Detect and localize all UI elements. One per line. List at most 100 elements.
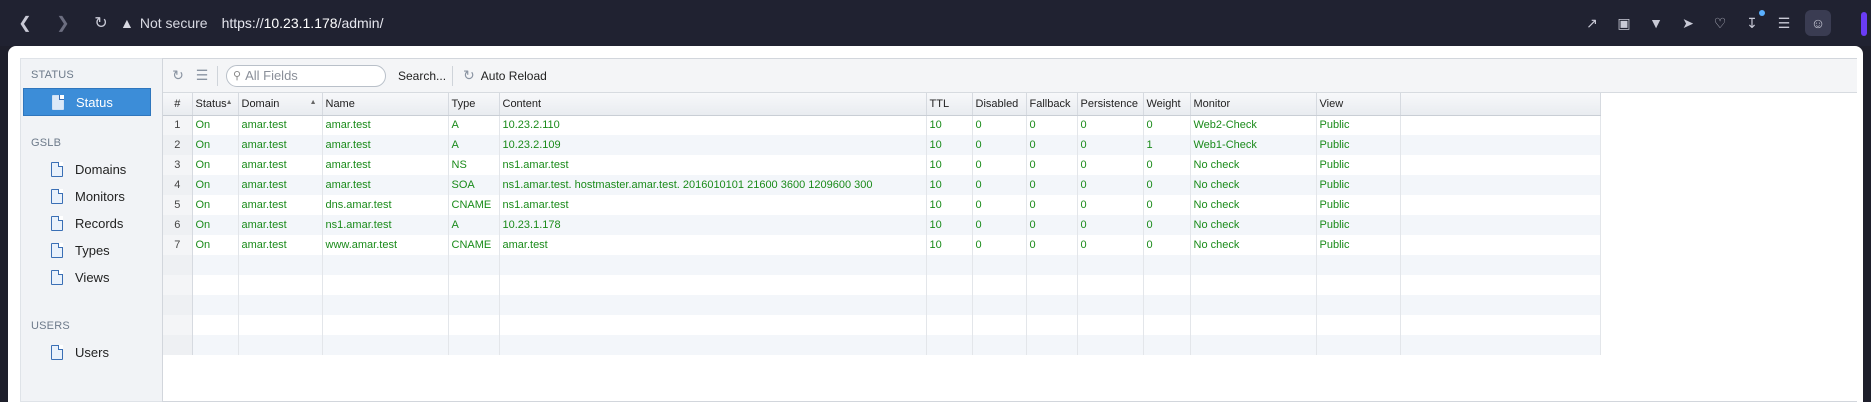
column-header[interactable]: Monitor	[1190, 93, 1317, 116]
warning-icon[interactable]: ▲	[120, 15, 134, 31]
table-cell: 0	[1026, 175, 1078, 195]
records-table: # Status ▲ Domain ▲ Name Type Content TTL Disable…	[163, 93, 1601, 355]
table-cell	[448, 275, 500, 295]
search-input[interactable]: ⚲ All Fields	[226, 64, 386, 87]
page-icon	[51, 269, 63, 285]
table-cell	[926, 255, 973, 275]
table-row[interactable]: 1 On amar.test amar.test A 10.23.2.110 10 0 0 0 0 W…	[163, 115, 1601, 135]
share-icon[interactable]: ↗	[1581, 12, 1603, 34]
table-row-empty	[163, 315, 1601, 335]
table-row[interactable]: 2 On amar.test amar.test A 10.23.2.109 10 0 0 0 1 W…	[163, 135, 1601, 155]
sidebar-item-status[interactable]: Status	[23, 88, 151, 116]
back-icon[interactable]: ❮	[6, 0, 44, 46]
sort-arrow-icon[interactable]: ▲	[226, 99, 233, 106]
table-cell	[926, 335, 973, 355]
column-header[interactable]: Domain ▲	[238, 93, 323, 116]
table-cell	[163, 335, 193, 355]
table-cell-filler	[1400, 135, 1601, 155]
table-cell: Public	[1316, 235, 1401, 255]
column-header[interactable]: Fallback	[1026, 93, 1078, 116]
sort-arrow-icon[interactable]: ▲	[310, 99, 317, 106]
table-cell: amar.test	[238, 235, 323, 255]
table-cell	[1077, 315, 1144, 335]
table-cell-filler	[1400, 175, 1601, 195]
column-header[interactable]: Status ▲	[192, 93, 239, 116]
column-header[interactable]: Content	[499, 93, 927, 116]
url-text[interactable]: https://10.23.1.178/admin/	[222, 15, 384, 31]
table-cell: 0	[1143, 215, 1191, 235]
table-cell: 0	[1077, 235, 1144, 255]
table-cell: 6	[163, 215, 193, 235]
table-cell: Public	[1316, 215, 1401, 235]
table-cell	[322, 255, 449, 275]
search-button[interactable]: Search...	[398, 69, 446, 83]
refresh-icon[interactable]: ↻	[169, 67, 187, 85]
table-cell: 0	[972, 235, 1027, 255]
table-cell-filler	[1400, 275, 1601, 295]
table-row[interactable]: 4 On amar.test amar.test SOA ns1.amar.test. h…	[163, 175, 1601, 195]
table-row-empty	[163, 275, 1601, 295]
page-icon	[51, 344, 63, 360]
columns-icon[interactable]: ☰	[193, 67, 211, 85]
table-row[interactable]: 5 On amar.test dns.amar.test CNAME ns1.amar.t…	[163, 195, 1601, 215]
table-cell: On	[192, 135, 239, 155]
table-cell	[192, 335, 239, 355]
sidebar-item-records[interactable]: Records	[21, 209, 163, 237]
column-header[interactable]: Weight	[1143, 93, 1191, 116]
table-cell: 7	[163, 235, 193, 255]
settings-sliders-icon[interactable]: ☰	[1773, 12, 1795, 34]
forward-icon[interactable]: ❯	[44, 0, 82, 46]
sidebar-toggle[interactable]	[1861, 12, 1867, 36]
heart-icon[interactable]: ♡	[1709, 12, 1731, 34]
table-cell: No check	[1190, 155, 1317, 175]
table-row[interactable]: 7 On amar.test www.amar.test CNAME amar.test 1…	[163, 235, 1601, 255]
profile-icon[interactable]: ☺	[1805, 10, 1831, 36]
sidebar-item-users[interactable]: Users	[21, 338, 163, 366]
shield-icon[interactable]: ▼	[1645, 12, 1667, 34]
table-cell	[499, 275, 927, 295]
table-cell	[972, 315, 1027, 335]
table-cell: 0	[1143, 155, 1191, 175]
table-cell	[499, 335, 927, 355]
table-row[interactable]: 3 On amar.test amar.test NS ns1.amar.test 10 0 0…	[163, 155, 1601, 175]
column-header[interactable]: Persistence	[1077, 93, 1144, 116]
table-cell: 0	[972, 155, 1027, 175]
sidebar-item-views[interactable]: Views	[21, 263, 163, 291]
column-header[interactable]: #	[163, 93, 193, 116]
table-cell: CNAME	[448, 235, 500, 255]
sidebar-item-monitors[interactable]: Monitors	[21, 182, 163, 210]
table-cell: ns1.amar.test	[322, 215, 449, 235]
address-bar[interactable]: ▲ Not secure https://10.23.1.178/admin/	[120, 9, 1570, 37]
security-label[interactable]: Not secure	[140, 15, 208, 31]
column-header-label: View	[1319, 97, 1344, 110]
table-cell	[238, 315, 323, 335]
column-header[interactable]: Type	[448, 93, 500, 116]
toolbar-divider	[452, 65, 454, 86]
table-cell: Public	[1316, 135, 1401, 155]
camera-icon[interactable]: ▣	[1613, 12, 1635, 34]
sidebar-item-domains[interactable]: Domains	[21, 155, 163, 183]
table-cell: On	[192, 115, 239, 135]
auto-reload-icon[interactable]: ↻	[463, 67, 475, 84]
table-cell: 0	[1143, 195, 1191, 215]
table-cell	[1143, 255, 1191, 275]
sidebar-item-types[interactable]: Types	[21, 236, 163, 264]
table-cell	[1143, 315, 1191, 335]
table-cell	[926, 295, 973, 315]
table-row[interactable]: 6 On amar.test ns1.amar.test A 10.23.1.178 10 0…	[163, 215, 1601, 235]
column-header[interactable]: View	[1316, 93, 1401, 116]
table-cell: Public	[1316, 115, 1401, 135]
reload-icon[interactable]: ↻	[82, 0, 120, 46]
table-cell: NS	[448, 155, 500, 175]
table-cell	[1077, 295, 1144, 315]
table-cell	[448, 255, 500, 275]
send-icon[interactable]: ➤	[1677, 12, 1699, 34]
table-cell: 1	[163, 115, 193, 135]
table-cell	[322, 275, 449, 295]
column-header[interactable]: Name	[322, 93, 449, 116]
column-header[interactable]: TTL	[926, 93, 973, 116]
table-cell	[926, 315, 973, 335]
column-header[interactable]: Disabled	[972, 93, 1027, 116]
download-icon[interactable]: ↧	[1741, 10, 1765, 34]
auto-reload-button[interactable]: Auto Reload	[481, 69, 547, 83]
